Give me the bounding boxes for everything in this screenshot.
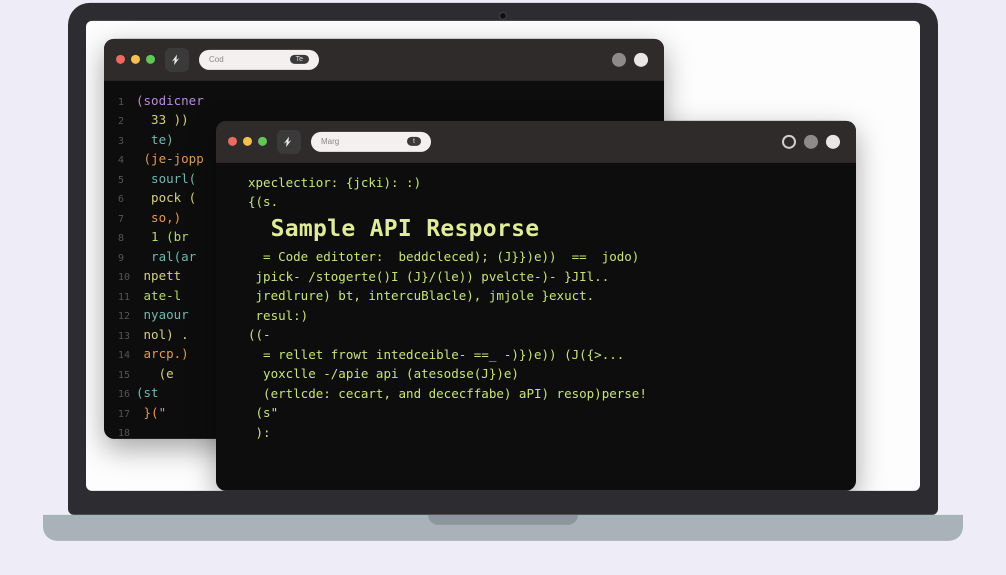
address-pill-front[interactable]: Marg t: [311, 131, 431, 151]
minimize-dot[interactable]: [131, 55, 140, 64]
titlebar-front: Marg t: [216, 120, 856, 162]
code-body-front: xpeclectior: {jcki): :) {(s. Sample API …: [216, 162, 856, 490]
screen-bezel: Cod Te 1(sodicner 2 33 )) 3 te) 4 (je-jo…: [68, 2, 938, 514]
addr-chip: t: [407, 137, 421, 146]
response-heading: Sample API Resporse: [271, 215, 540, 241]
laptop-base: [43, 514, 963, 540]
addr-text: Marg: [321, 137, 339, 146]
addr-chip: Te: [290, 55, 309, 64]
laptop-illustration: Cod Te 1(sodicner 2 33 )) 3 te) 4 (je-jo…: [68, 2, 938, 540]
maximize-dot[interactable]: [258, 137, 267, 146]
app-icon: [165, 47, 189, 71]
control-dot[interactable]: [826, 134, 840, 148]
maximize-dot[interactable]: [146, 55, 155, 64]
control-dot[interactable]: [612, 52, 626, 66]
traffic-lights: [228, 137, 267, 146]
close-dot[interactable]: [116, 55, 125, 64]
camera-dot: [499, 11, 507, 19]
address-pill-back[interactable]: Cod Te: [199, 49, 319, 69]
titlebar-right-controls: [612, 52, 648, 66]
control-dot[interactable]: [634, 52, 648, 66]
titlebar-right-controls: [782, 134, 840, 148]
editor-window-front: Marg t xpeclectior: {jcki): :) {(s. Samp…: [216, 120, 856, 490]
addr-text: Cod: [209, 55, 224, 64]
titlebar-back: Cod Te: [104, 38, 664, 80]
screen: Cod Te 1(sodicner 2 33 )) 3 te) 4 (je-jo…: [86, 20, 920, 490]
control-dot[interactable]: [782, 134, 796, 148]
control-dot[interactable]: [804, 134, 818, 148]
close-dot[interactable]: [228, 137, 237, 146]
app-icon: [277, 129, 301, 153]
traffic-lights: [116, 55, 155, 64]
minimize-dot[interactable]: [243, 137, 252, 146]
